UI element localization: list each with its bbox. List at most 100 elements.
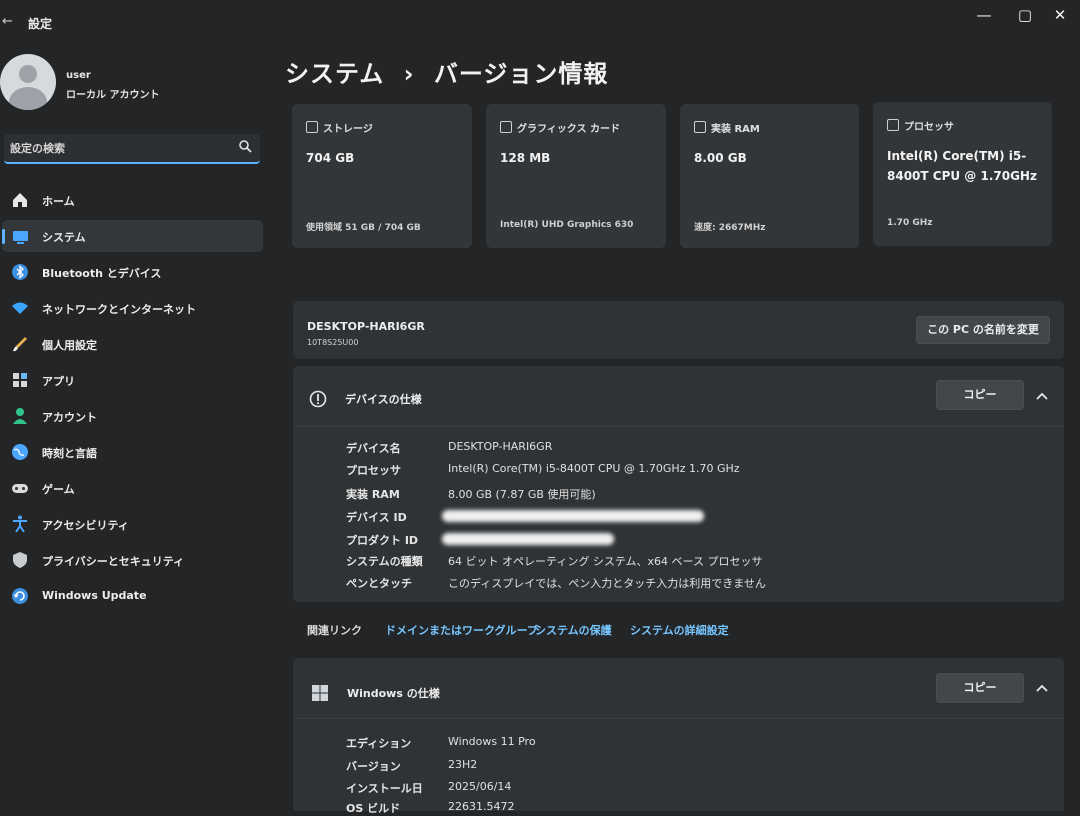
sidebar-item-label: ホーム [42,195,75,208]
graphics-card[interactable]: グラフィックス カード 128 MB Intel(R) UHD Graphics… [486,104,666,248]
ram-card[interactable]: 実装 RAM 8.00 GB 速度: 2667MHz [680,104,859,248]
chevron-up-icon[interactable] [1035,391,1049,401]
card-value: 128 MB [500,151,551,165]
device-model: 10T8S25U00 [307,338,359,347]
sidebar-item-label: システム [42,231,86,244]
apps-icon [13,373,27,387]
related-links: 関連リンク ドメインまたはワークグループ システムの保護 システムの詳細設定 [293,608,1064,652]
processor-card[interactable]: プロセッサ Intel(R) Core(TM) i5-8400T CPU @ 1… [873,102,1052,246]
active-indicator [2,229,5,244]
sidebar-item-bluetooth[interactable]: Bluetooth とデバイス [2,256,263,288]
device-name-panel: DESKTOP-HARI6GR 10T8S25U00 この PC の名前を変更 [293,301,1064,359]
spec-value: Intel(R) Core(TM) i5-8400T CPU @ 1.70GHz… [448,462,740,475]
spec-key: プロダクト ID [346,534,419,547]
spec-key: バージョン [346,760,401,773]
sidebar-item-label: ネットワークとインターネット [42,303,196,316]
minimize-button[interactable]: — [970,4,998,26]
device-name: DESKTOP-HARI6GR [307,320,425,333]
card-header: プロセッサ [887,118,954,133]
sidebar-item-personalization[interactable]: 個人用設定 [2,328,263,360]
info-icon [309,390,327,408]
account-type: ローカル アカウント [66,90,160,101]
sidebar-item-network[interactable]: ネットワークとインターネット [2,292,263,324]
spec-value: 64 ビット オペレーティング システム、x64 ベース プロセッサ [448,555,763,568]
advanced-system-settings-link[interactable]: システムの詳細設定 [630,622,729,638]
windows-specs-header[interactable]: Windows の仕様 コピー [293,658,1064,719]
search-icon[interactable] [238,139,252,155]
domain-workgroup-link[interactable]: ドメインまたはワークグループ [385,622,538,638]
spec-key: ペンとタッチ [346,577,412,590]
sidebar-item-windows-update[interactable]: Windows Update [2,580,263,612]
breadcrumb-separator: › [403,60,415,88]
avatar[interactable] [0,54,56,110]
sidebar-item-accessibility[interactable]: アクセシビリティ [2,508,263,540]
breadcrumb-current: バージョン情報 [433,60,609,88]
related-links-label: 関連リンク [307,624,362,637]
brush-icon [13,337,27,352]
spec-value: 8.00 GB (7.87 GB 使用可能) [448,488,596,501]
page-title: システム › バージョン情報 [285,54,608,89]
device-specs-title: デバイスの仕様 [345,393,422,406]
sidebar-item-home[interactable]: ホーム [2,184,263,216]
spec-key: デバイス名 [346,442,401,455]
title-bar: ← 設定 — ▢ ✕ [0,0,1080,40]
processor-icon [887,119,899,131]
spec-value: このディスプレイでは、ペン入力とタッチ入力は利用できません [448,577,766,590]
card-subtext: 使用領域 51 GB / 704 GB [306,223,421,233]
shield-icon [13,552,27,568]
search-box[interactable] [4,134,260,164]
spec-key: OS ビルド [346,802,401,815]
sidebar-item-label: プライバシーとセキュリティ [42,555,185,568]
card-header: グラフィックス カード [500,120,620,135]
sidebar-item-label: 時刻と言語 [42,447,97,460]
spec-key: エディション [346,737,412,750]
card-subtext: 1.70 GHz [887,218,933,228]
storage-card[interactable]: ストレージ 704 GB 使用領域 51 GB / 704 GB [292,104,472,248]
breadcrumb-parent[interactable]: システム [285,60,384,88]
device-specs-header[interactable]: デバイスの仕様 コピー [293,366,1064,427]
sidebar-item-apps[interactable]: アプリ [2,364,263,396]
search-input[interactable] [10,138,230,158]
spec-value: 23H2 [448,758,478,771]
sidebar-item-label: Bluetooth とデバイス [42,267,162,280]
spec-key: デバイス ID [346,511,407,524]
card-header: ストレージ [306,120,373,135]
back-button[interactable]: ← [2,14,13,29]
redacted-device-id [442,510,704,522]
ram-icon [694,121,706,133]
globe-icon [12,444,28,460]
spec-key: プロセッサ [346,464,401,477]
sidebar-item-privacy[interactable]: プライバシーとセキュリティ [2,544,263,576]
sidebar-item-label: ゲーム [42,483,75,496]
spec-value: 22631.5472 [448,800,515,813]
chevron-up-icon[interactable] [1035,683,1049,693]
spec-value: DESKTOP-HARI6GR [448,440,553,453]
avatar-head [19,65,37,83]
wifi-icon [12,302,28,314]
sidebar-item-label: アクセシビリティ [42,519,129,532]
sidebar-item-accounts[interactable]: アカウント [2,400,263,432]
sidebar-item-gaming[interactable]: ゲーム [2,472,263,504]
bluetooth-icon [12,264,28,280]
sidebar-item-label: アプリ [42,375,75,388]
copy-windows-specs-button[interactable]: コピー [936,673,1024,703]
storage-icon [306,121,318,133]
home-icon [13,193,27,207]
card-value: 704 GB [306,151,355,165]
maximize-button[interactable]: ▢ [1011,4,1039,26]
window-title: 設定 [28,17,53,31]
sidebar-item-system[interactable]: システム [2,220,263,252]
rename-pc-button[interactable]: この PC の名前を変更 [916,316,1050,344]
close-button[interactable]: ✕ [1046,4,1074,26]
spec-key: インストール日 [346,782,423,795]
system-protection-link[interactable]: システムの保護 [535,622,612,638]
sidebar: user ローカル アカウント ホーム システム Bluetooth とデバイス… [0,40,270,811]
user-name: user [66,70,91,81]
spec-key: 実装 RAM [346,488,400,501]
card-subtext: 速度: 2667MHz [694,223,766,233]
card-value: Intel(R) Core(TM) i5-8400T CPU @ 1.70GHz [887,149,1037,183]
graphics-card-icon [500,121,512,133]
copy-device-specs-button[interactable]: コピー [936,380,1024,410]
sidebar-item-time-language[interactable]: 時刻と言語 [2,436,263,468]
account-icon [13,408,27,424]
